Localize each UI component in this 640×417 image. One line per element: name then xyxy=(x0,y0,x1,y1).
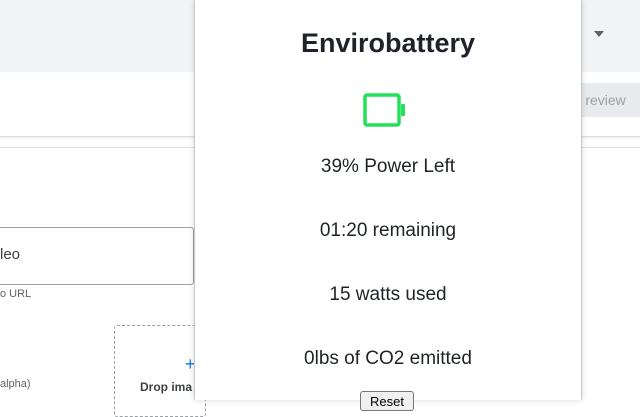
reset-button[interactable]: Reset xyxy=(360,391,414,411)
time-remaining-text: 01:20 remaining xyxy=(319,220,457,241)
alpha-note: alpha) xyxy=(0,378,31,390)
popup-title: Envirobattery xyxy=(300,28,476,58)
drop-zone-label: Drop ima xyxy=(140,380,193,394)
power-left-text: 39% Power Left xyxy=(320,156,456,177)
co2-emitted-text: 0lbs of CO2 emitted xyxy=(304,348,472,369)
battery-icon xyxy=(363,93,405,127)
video-url-field-value: leo xyxy=(0,246,21,263)
video-url-hint: o URL xyxy=(0,288,32,300)
video-url-field[interactable] xyxy=(0,227,194,285)
chevron-down-icon[interactable] xyxy=(594,31,604,37)
watts-used-text: 15 watts used xyxy=(329,284,447,305)
envirobattery-popup: Envirobattery 39% Power Left 01:20 remai… xyxy=(194,0,582,411)
